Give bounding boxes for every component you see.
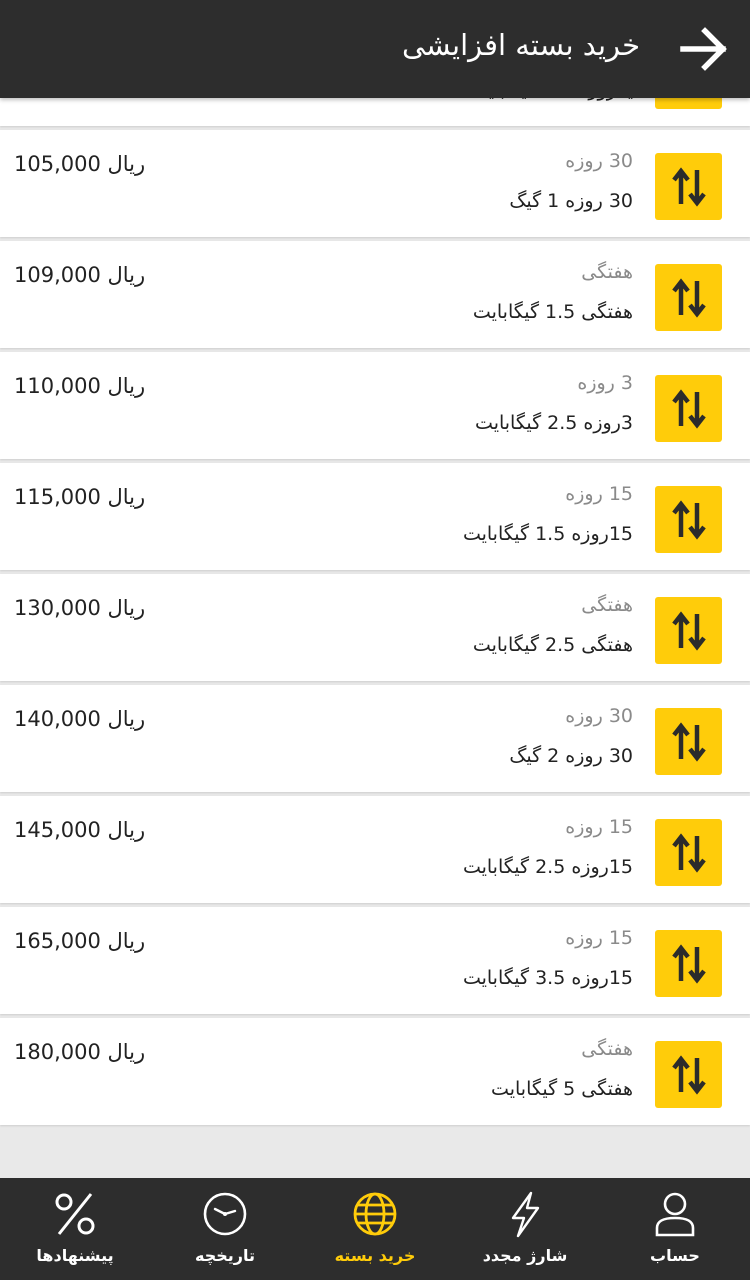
data-transfer-icon	[671, 721, 706, 762]
user-icon	[655, 1192, 695, 1237]
package-name: هفتگی 1.5 گیگابایت	[472, 301, 633, 323]
package-card[interactable]: هفتگی هفتگی 2.5 گیگابایت 130,000 ریال	[0, 574, 750, 681]
package-icon-box	[655, 930, 722, 997]
back-button[interactable]	[676, 21, 732, 77]
data-transfer-icon	[671, 277, 706, 318]
package-name: هفتگی 2.5 گیگابایت	[472, 634, 633, 656]
package-price: 165,000 ریال	[14, 929, 146, 953]
globe-icon	[353, 1192, 397, 1236]
package-price: 115,000 ریال	[14, 485, 146, 509]
bottom-navigation: حساب شارژ مجدد خرید بسته تاریخچه پیشنهاد…	[0, 1178, 750, 1280]
nav-item-offers[interactable]: پیشنهادها	[0, 1178, 150, 1280]
data-transfer-icon	[671, 1054, 706, 1095]
nav-item-buy-package[interactable]: خرید بسته	[300, 1178, 450, 1280]
package-icon-box	[655, 597, 722, 664]
package-icon-box	[655, 1041, 722, 1108]
package-card[interactable]: 30 روزه 30 روزه 2 گیگ 140,000 ریال	[0, 685, 750, 792]
package-name: 15روزه 2.5 گیگابایت	[462, 856, 633, 878]
lightning-icon	[511, 1191, 540, 1238]
package-name: 15روزه 1.5 گیگابایت	[462, 523, 633, 545]
package-name: یکروزه 2.5 گیگابایت	[470, 98, 633, 101]
package-icon-box	[655, 375, 722, 442]
package-price: 145,000 ریال	[14, 818, 146, 842]
nav-item-recharge[interactable]: شارژ مجدد	[450, 1178, 600, 1280]
package-price: 105,000 ریال	[14, 152, 146, 176]
nav-label: خرید بسته	[334, 1246, 416, 1265]
package-card[interactable]: 15 روزه 15روزه 2.5 گیگابایت 145,000 ریال	[0, 796, 750, 903]
nav-label: پیشنهادها	[36, 1246, 114, 1265]
package-price: 109,000 ریال	[14, 263, 146, 287]
package-card[interactable]: هفتگی هفتگی 1.5 گیگابایت 109,000 ریال	[0, 241, 750, 348]
package-name: 30 روزه 2 گیگ	[509, 745, 633, 767]
page-title: خرید بسته افزایشی	[402, 28, 640, 62]
nav-label: شارژ مجدد	[482, 1246, 568, 1265]
package-price: 110,000 ریال	[14, 374, 146, 398]
percent-icon	[55, 1193, 95, 1235]
package-price: 130,000 ریال	[14, 596, 146, 620]
package-duration: 15 روزه	[565, 816, 633, 838]
package-card[interactable]: روزانه یکروزه 2.5 گیگابایت 94,000 ریال	[0, 98, 750, 126]
nav-item-history[interactable]: تاریخچه	[150, 1178, 300, 1280]
package-card[interactable]: هفتگی هفتگی 5 گیگابایت 180,000 ریال	[0, 1018, 750, 1125]
package-duration: 30 روزه	[565, 705, 633, 727]
package-name: هفتگی 5 گیگابایت	[491, 1078, 633, 1100]
package-icon-box	[655, 708, 722, 775]
data-transfer-icon	[671, 166, 706, 207]
package-duration: 30 روزه	[565, 150, 633, 172]
package-duration: هفتگی	[581, 261, 633, 283]
package-card[interactable]: 15 روزه 15روزه 3.5 گیگابایت 165,000 ریال	[0, 907, 750, 1014]
package-name: 15روزه 3.5 گیگابایت	[462, 967, 633, 989]
package-duration: هفتگی	[581, 594, 633, 616]
clock-icon	[203, 1192, 247, 1236]
package-duration: 15 روزه	[565, 483, 633, 505]
nav-label: حساب	[650, 1246, 700, 1265]
package-duration: 15 روزه	[565, 927, 633, 949]
package-name: 30 روزه 1 گیگ	[509, 190, 633, 212]
package-card[interactable]: 15 روزه 15روزه 1.5 گیگابایت 115,000 ریال	[0, 463, 750, 570]
package-card[interactable]: 30 روزه 30 روزه 1 گیگ 105,000 ریال	[0, 130, 750, 237]
package-price: 140,000 ریال	[14, 707, 146, 731]
data-transfer-icon	[671, 832, 706, 873]
nav-label: تاریخچه	[195, 1246, 255, 1265]
package-icon-box	[655, 486, 722, 553]
package-name: 3روزه 2.5 گیگابایت	[475, 412, 633, 434]
data-transfer-icon	[671, 499, 706, 540]
package-duration: 3 روزه	[577, 372, 633, 394]
package-icon-box	[655, 264, 722, 331]
data-transfer-icon	[671, 943, 706, 984]
nav-item-account[interactable]: حساب	[600, 1178, 750, 1280]
data-transfer-icon	[671, 388, 706, 429]
data-transfer-icon	[671, 610, 706, 651]
arrow-right-icon	[680, 27, 727, 71]
data-transfer-icon	[669, 98, 709, 99]
package-price: 180,000 ریال	[14, 1040, 146, 1064]
app-bar: خرید بسته افزایشی	[0, 0, 750, 98]
package-icon-box	[655, 819, 722, 886]
package-duration: هفتگی	[581, 1038, 633, 1060]
package-icon-box	[655, 153, 722, 220]
package-card[interactable]: 3 روزه 3روزه 2.5 گیگابایت 110,000 ریال	[0, 352, 750, 459]
package-list[interactable]: روزانه یکروزه 2.5 گیگابایت 94,000 ریال 3…	[0, 98, 750, 1178]
package-icon-box	[655, 98, 722, 109]
